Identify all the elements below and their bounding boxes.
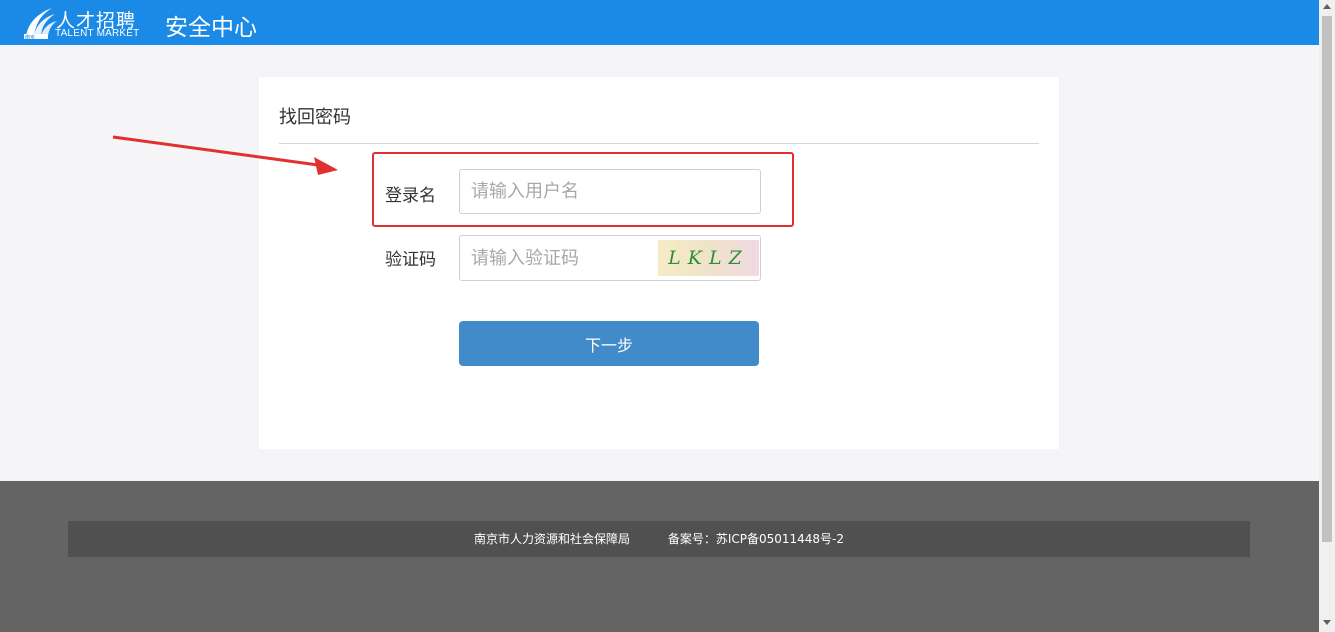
page-title: 安全中心 (165, 15, 257, 41)
username-label: 登录名 (385, 186, 436, 206)
footer-icp: 备案号：苏ICP备05011448号-2 (667, 532, 845, 546)
next-step-button[interactable]: 下一步 (459, 321, 759, 366)
footer-org: 南京市人力资源和社会保障局 (473, 532, 630, 546)
password-recovery-card: 找回密码 登录名 验证码 LKLZ 下一步 (259, 77, 1059, 449)
page: 南京 人才招聘 TALENT MARKET 安全中心 找回密码 登录名 验证码 … (0, 0, 1319, 632)
scrollbar-thumb[interactable] (1322, 16, 1332, 542)
scroll-up-icon[interactable] (1323, 4, 1331, 9)
svg-text:南京: 南京 (25, 34, 35, 40)
username-input[interactable] (459, 169, 761, 214)
scroll-down-icon[interactable] (1323, 620, 1331, 625)
card-divider (279, 143, 1039, 144)
footer: 南京市人力资源和社会保障局 备案号：苏ICP备05011448号-2 (0, 481, 1319, 632)
footer-bar: 南京市人力资源和社会保障局 备案号：苏ICP备05011448号-2 (68, 521, 1250, 557)
talent-market-logo-icon: 南京 (24, 8, 57, 40)
card-title: 找回密码 (279, 107, 351, 128)
captcha-image[interactable]: LKLZ (658, 240, 759, 276)
vertical-scrollbar[interactable] (1319, 0, 1335, 632)
header: 南京 人才招聘 TALENT MARKET 安全中心 (0, 0, 1319, 45)
captcha-label: 验证码 (385, 250, 436, 270)
logo-english-text: TALENT MARKET (55, 28, 140, 39)
